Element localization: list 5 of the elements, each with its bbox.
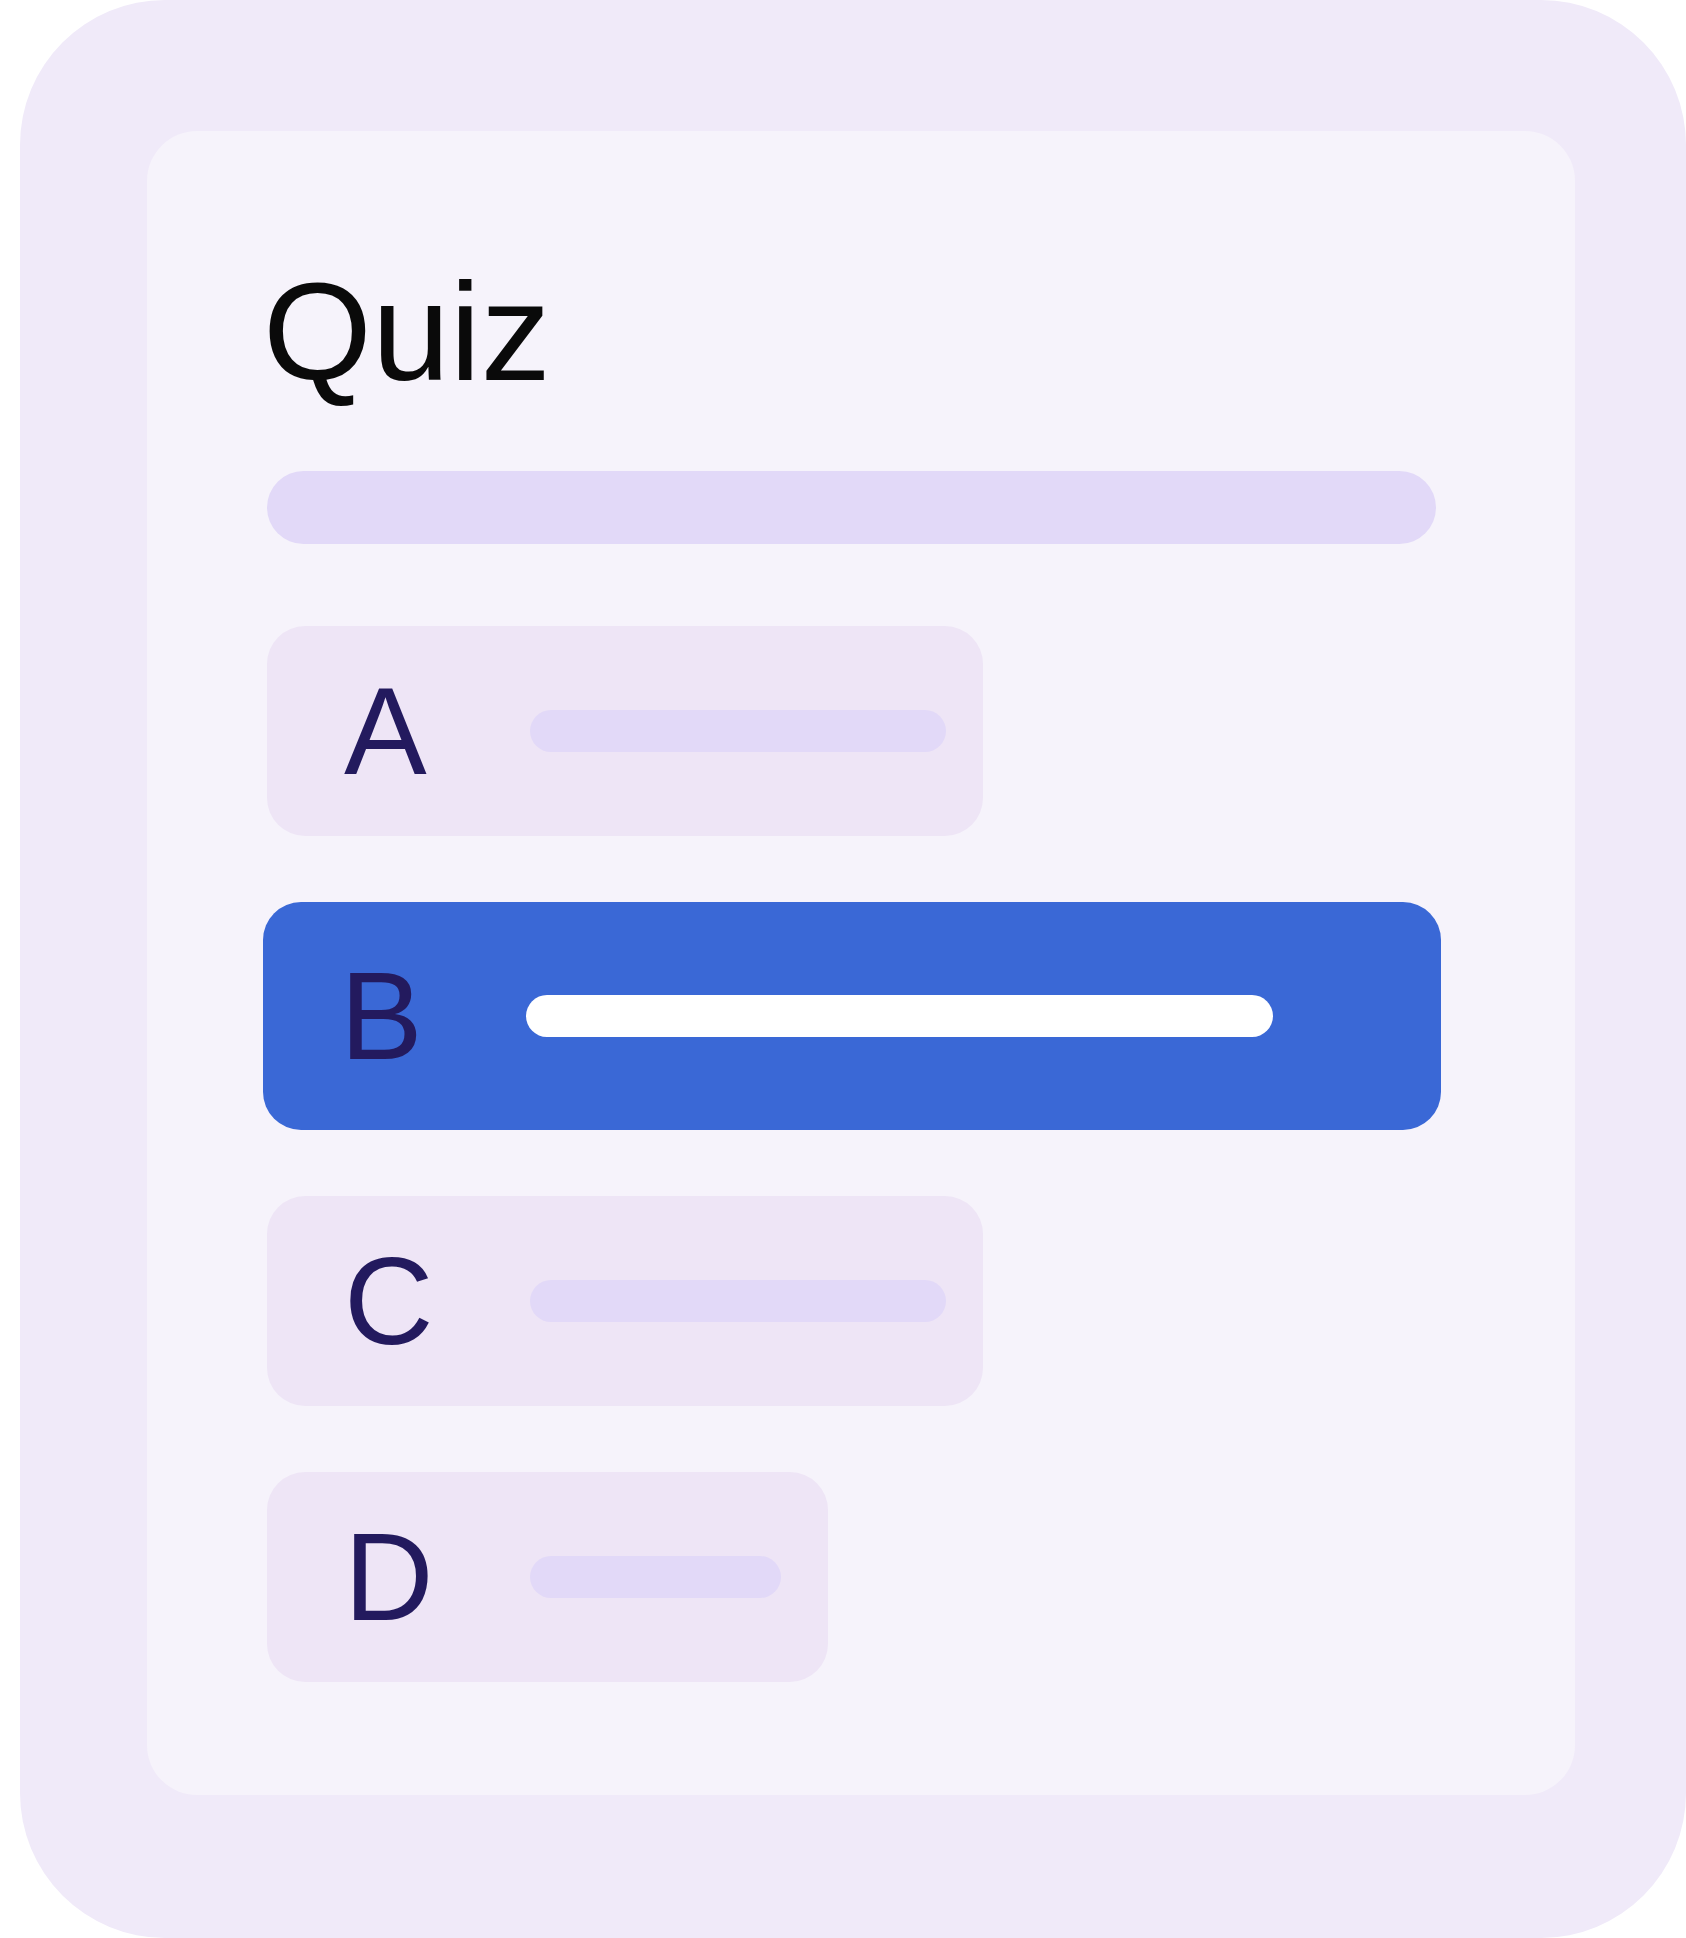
answer-option[interactable]: C xyxy=(267,1196,983,1406)
answer-option[interactable]: D xyxy=(267,1472,828,1682)
quiz-title: Quiz xyxy=(263,252,551,412)
answer-option[interactable]: A xyxy=(267,626,983,836)
placeholder-line-icon xyxy=(526,995,1273,1037)
